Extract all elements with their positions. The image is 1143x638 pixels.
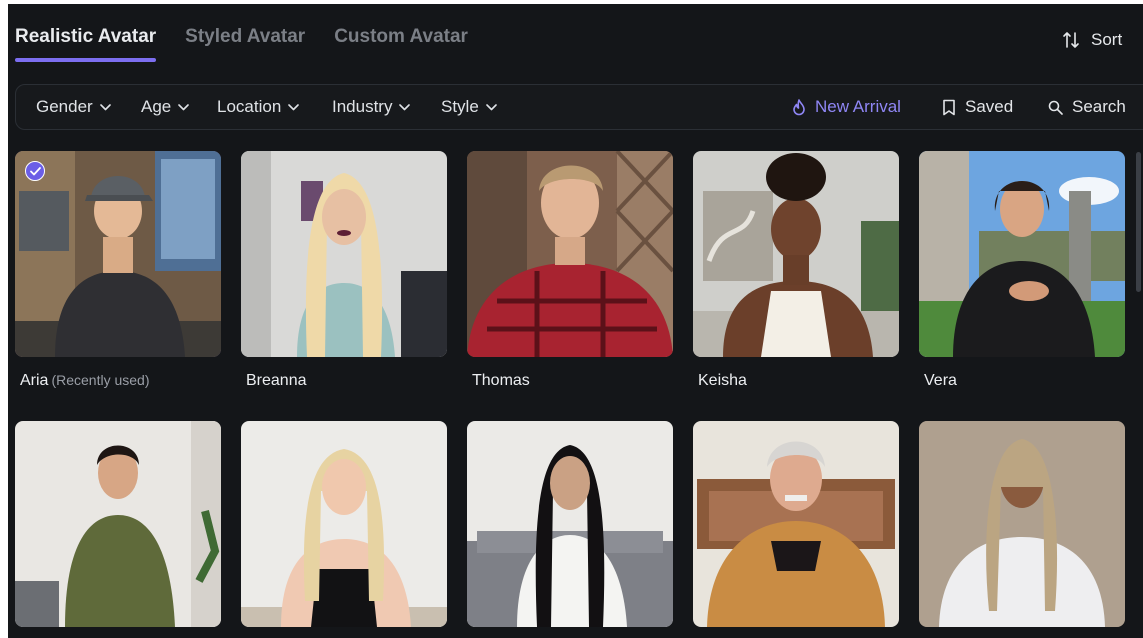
filter-label: Style — [441, 97, 479, 116]
chevron-down-icon — [485, 103, 497, 110]
filter-style[interactable]: Style — [441, 97, 497, 117]
avatar-name-thomas: Thomas — [472, 372, 530, 389]
filter-label: Age — [141, 97, 172, 116]
avatar-name: Aria — [20, 372, 49, 389]
filter-location[interactable]: Location — [217, 97, 300, 117]
filter-label: Industry — [332, 97, 393, 116]
filter-label: Location — [217, 97, 282, 116]
filter-industry[interactable]: Industry — [332, 97, 411, 117]
chevron-down-icon — [288, 103, 300, 110]
avatar-name-vera: Vera — [924, 372, 957, 389]
new-arrival-button[interactable]: New Arrival — [792, 97, 901, 117]
avatar-thumbnail — [241, 421, 447, 627]
sort-arrows-icon — [1063, 32, 1079, 48]
filter-age[interactable]: Age — [141, 97, 190, 117]
new-arrival-label: New Arrival — [815, 97, 901, 116]
avatar-card-breanna[interactable] — [241, 151, 447, 357]
avatar-thumbnail — [15, 421, 221, 627]
search-icon — [1048, 100, 1063, 115]
filter-bar: Gender Age Location Industry Style New A… — [15, 84, 1143, 130]
bookmark-icon — [943, 99, 955, 115]
avatar-thumbnail — [693, 421, 899, 627]
avatar-thumbnail — [467, 421, 673, 627]
tab-custom-avatar[interactable]: Custom Avatar — [334, 26, 468, 66]
avatar-name-aria: Aria (Recently used) — [20, 372, 150, 390]
avatar-card[interactable] — [919, 421, 1125, 627]
chevron-down-icon — [99, 103, 111, 110]
avatar-card-keisha[interactable] — [693, 151, 899, 357]
recently-used-note: (Recently used) — [51, 372, 150, 388]
avatar-card[interactable] — [241, 421, 447, 627]
avatar-name-keisha: Keisha — [698, 372, 747, 389]
avatar-card[interactable] — [15, 421, 221, 627]
avatar-thumbnail — [241, 151, 447, 357]
scrollbar[interactable] — [1136, 152, 1141, 292]
avatar-card[interactable] — [467, 421, 673, 627]
avatar-thumbnail — [919, 421, 1125, 627]
filter-label: Gender — [36, 97, 93, 116]
chevron-down-icon — [178, 103, 190, 110]
search-button[interactable]: Search — [1048, 97, 1126, 117]
avatar-picker: Realistic Avatar Styled Avatar Custom Av… — [8, 4, 1143, 638]
tab-realistic-avatar[interactable]: Realistic Avatar — [15, 26, 157, 66]
sort-label: Sort — [1091, 30, 1123, 49]
avatar-thumbnail — [467, 151, 673, 357]
avatar-card[interactable] — [693, 421, 899, 627]
avatar-thumbnail — [15, 151, 221, 357]
saved-label: Saved — [965, 97, 1014, 116]
tab-styled-avatar[interactable]: Styled Avatar — [185, 26, 305, 66]
avatar-name-breanna: Breanna — [246, 372, 307, 389]
chevron-down-icon — [399, 103, 411, 110]
sort-button[interactable]: Sort — [1061, 30, 1143, 50]
avatar-thumbnail — [919, 151, 1125, 357]
search-label: Search — [1072, 97, 1126, 116]
selected-check-icon — [25, 161, 45, 181]
avatar-card-aria[interactable] — [15, 151, 221, 357]
flame-icon — [793, 98, 805, 115]
avatar-type-tabs: Realistic Avatar Styled Avatar Custom Av… — [15, 26, 497, 66]
avatar-card-thomas[interactable] — [467, 151, 673, 357]
avatar-thumbnail — [693, 151, 899, 357]
avatar-card-vera[interactable] — [919, 151, 1125, 357]
filter-gender[interactable]: Gender — [36, 97, 111, 117]
saved-button[interactable]: Saved — [942, 97, 1013, 117]
